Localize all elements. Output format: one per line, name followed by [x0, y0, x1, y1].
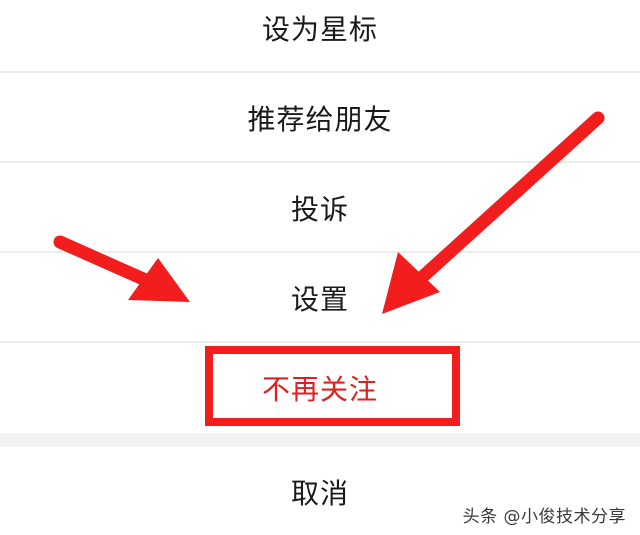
action-sheet-screen: 设为星标 推荐给朋友 投诉 设置 不再关注 取消 头条 @小俊技术分享	[0, 0, 640, 535]
section-gap	[0, 433, 640, 447]
menu-item-star-label: 设为星标	[261, 13, 378, 46]
divider	[0, 251, 640, 253]
menu-item-recommend-label: 推荐给朋友	[247, 103, 393, 136]
divider	[0, 161, 640, 163]
menu-item-unfollow[interactable]: 不再关注	[0, 344, 640, 432]
menu-item-complain-label: 投诉	[290, 193, 349, 226]
menu-item-settings-label: 设置	[290, 283, 349, 316]
cancel-button-label: 取消	[290, 477, 349, 510]
divider	[0, 341, 640, 343]
menu-item-recommend[interactable]: 推荐给朋友	[0, 74, 640, 162]
divider	[0, 71, 640, 73]
watermark: 头条 @小俊技术分享	[463, 502, 626, 527]
watermark-text: 头条 @小俊技术分享	[462, 507, 626, 527]
menu-item-complain[interactable]: 投诉	[0, 164, 640, 252]
menu-item-settings[interactable]: 设置	[0, 254, 640, 342]
menu-item-star[interactable]: 设为星标	[0, 0, 640, 72]
menu-item-unfollow-label: 不再关注	[261, 373, 378, 406]
